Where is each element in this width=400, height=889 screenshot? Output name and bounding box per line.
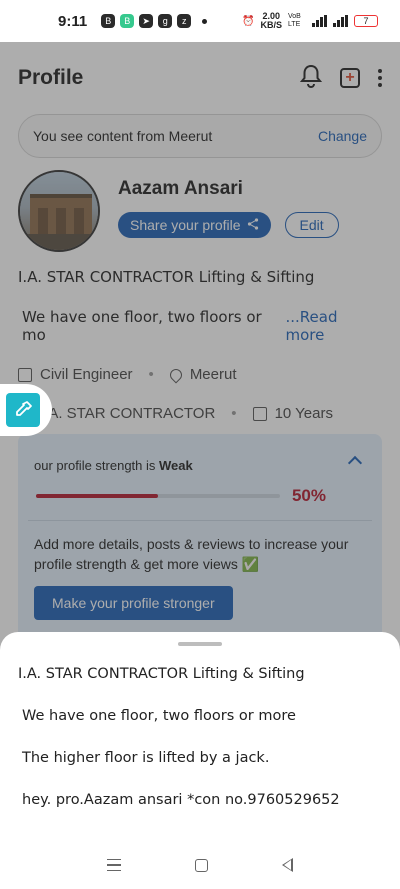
eyedropper-icon (6, 393, 40, 427)
about-bottom-sheet: I.A. STAR CONTRACTOR Lifting & Sifting W… (0, 632, 400, 889)
notification-app-icon: B (120, 14, 135, 28)
volte-label: VoB LTE (288, 13, 301, 28)
status-time: 9:11 (58, 12, 88, 30)
speed-unit: KB/S (260, 20, 282, 30)
notification-app-icon: B (101, 14, 116, 28)
telegram-icon: ➤ (139, 14, 154, 28)
home-icon[interactable] (195, 858, 208, 872)
alarm-icon: ⏰ (242, 15, 255, 27)
back-icon[interactable] (282, 858, 293, 872)
sheet-drag-handle[interactable] (178, 642, 222, 646)
network-speed: 2.00 KB/S (260, 12, 282, 30)
about-line: I.A. STAR CONTRACTOR Lifting & Sifting (18, 666, 305, 682)
battery-icon: 7 (354, 15, 378, 27)
color-picker-button[interactable] (0, 384, 52, 436)
about-line: We have one floor, two floors or more (22, 708, 296, 724)
notification-icons: B B ➤ g z (101, 14, 208, 28)
notification-app-icon: z (177, 14, 192, 28)
status-right: ⏰ 2.00 KB/S VoB LTE 7 (242, 12, 378, 30)
status-bar: 9:11 B B ➤ g z ⏰ 2.00 KB/S VoB LTE 7 (0, 0, 400, 42)
notification-app-icon: g (158, 14, 173, 28)
more-notifications-icon (202, 18, 208, 24)
signal-icon (312, 15, 327, 27)
signal-icon (333, 15, 348, 27)
recent-apps-icon[interactable] (107, 858, 121, 872)
about-line: hey. pro.Aazam ansari *con no.9760529652 (22, 792, 340, 808)
battery-level: 7 (363, 16, 369, 26)
about-line: The higher floor is lifted by a jack. (22, 750, 270, 766)
system-nav-bar (0, 841, 400, 889)
